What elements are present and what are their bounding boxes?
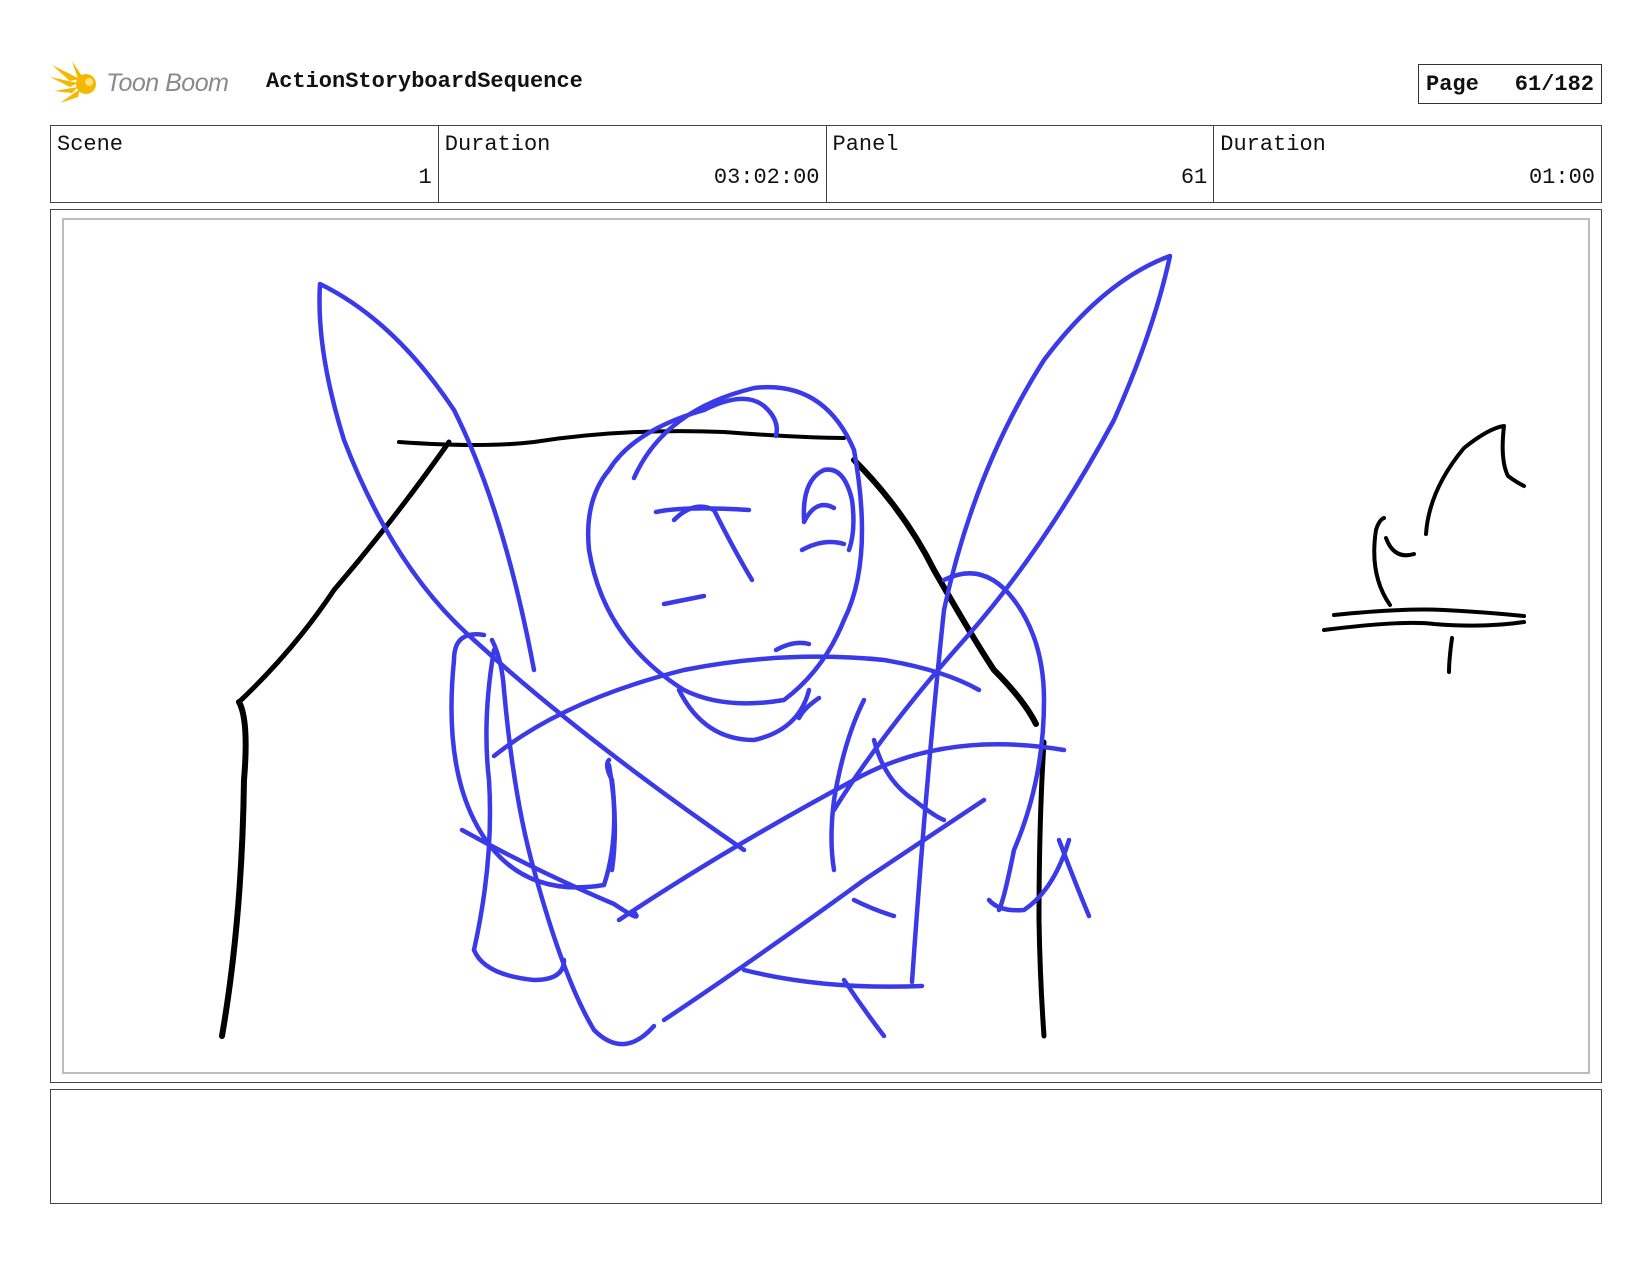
left-wall-edge [219,699,249,1039]
starburst-icon [50,61,96,103]
sequence-title: ActionStoryboardSequence [266,69,583,94]
panel-cell: Panel 61 [827,126,1215,202]
brand-name: Toon Boom [106,69,229,97]
torso-left [489,637,657,1047]
page-header: Toon Boom ActionStoryboardSequence Page … [50,55,1602,111]
left-eye [653,504,755,607]
page-number: 61/182 [1514,71,1594,97]
scene-cell: Scene 1 [51,126,439,202]
panel-duration-value: 01:00 [1528,165,1595,190]
back-wall-left-edge [236,439,452,705]
scene-label: Scene [57,132,124,157]
scene-duration-value: 03:02:00 [713,165,820,190]
toon-boom-logo: Toon Boom [50,57,250,109]
scene-duration-label: Duration [444,132,551,157]
panel-info-row: Scene 1 Duration 03:02:00 Panel 61 Durat… [50,125,1602,203]
right-wing [831,253,1173,985]
panel-duration-cell: Duration 01:00 [1214,126,1601,202]
panel-image-area [62,218,1590,1074]
right-eye [799,502,847,553]
storyboard-panel [50,209,1602,1083]
page-label: Page [1426,71,1479,97]
crossed-forearms [616,742,1067,1023]
panel-sketch [219,253,1526,1047]
panel-label: Panel [832,132,899,157]
scene-duration-cell: Duration 03:02:00 [439,126,827,202]
panel-notes-box [50,1089,1602,1204]
hip-lines [471,897,925,1039]
scene-value: 1 [418,165,432,190]
left-arm-upper [449,632,617,890]
shelf-plant-lines [1322,424,1526,674]
left-wing [317,281,747,853]
panel-duration-label: Duration [1220,132,1326,157]
panel-value: 61 [1180,165,1208,190]
page-indicator: Page 61/182 [1418,64,1602,104]
hair-fringe [701,396,856,553]
